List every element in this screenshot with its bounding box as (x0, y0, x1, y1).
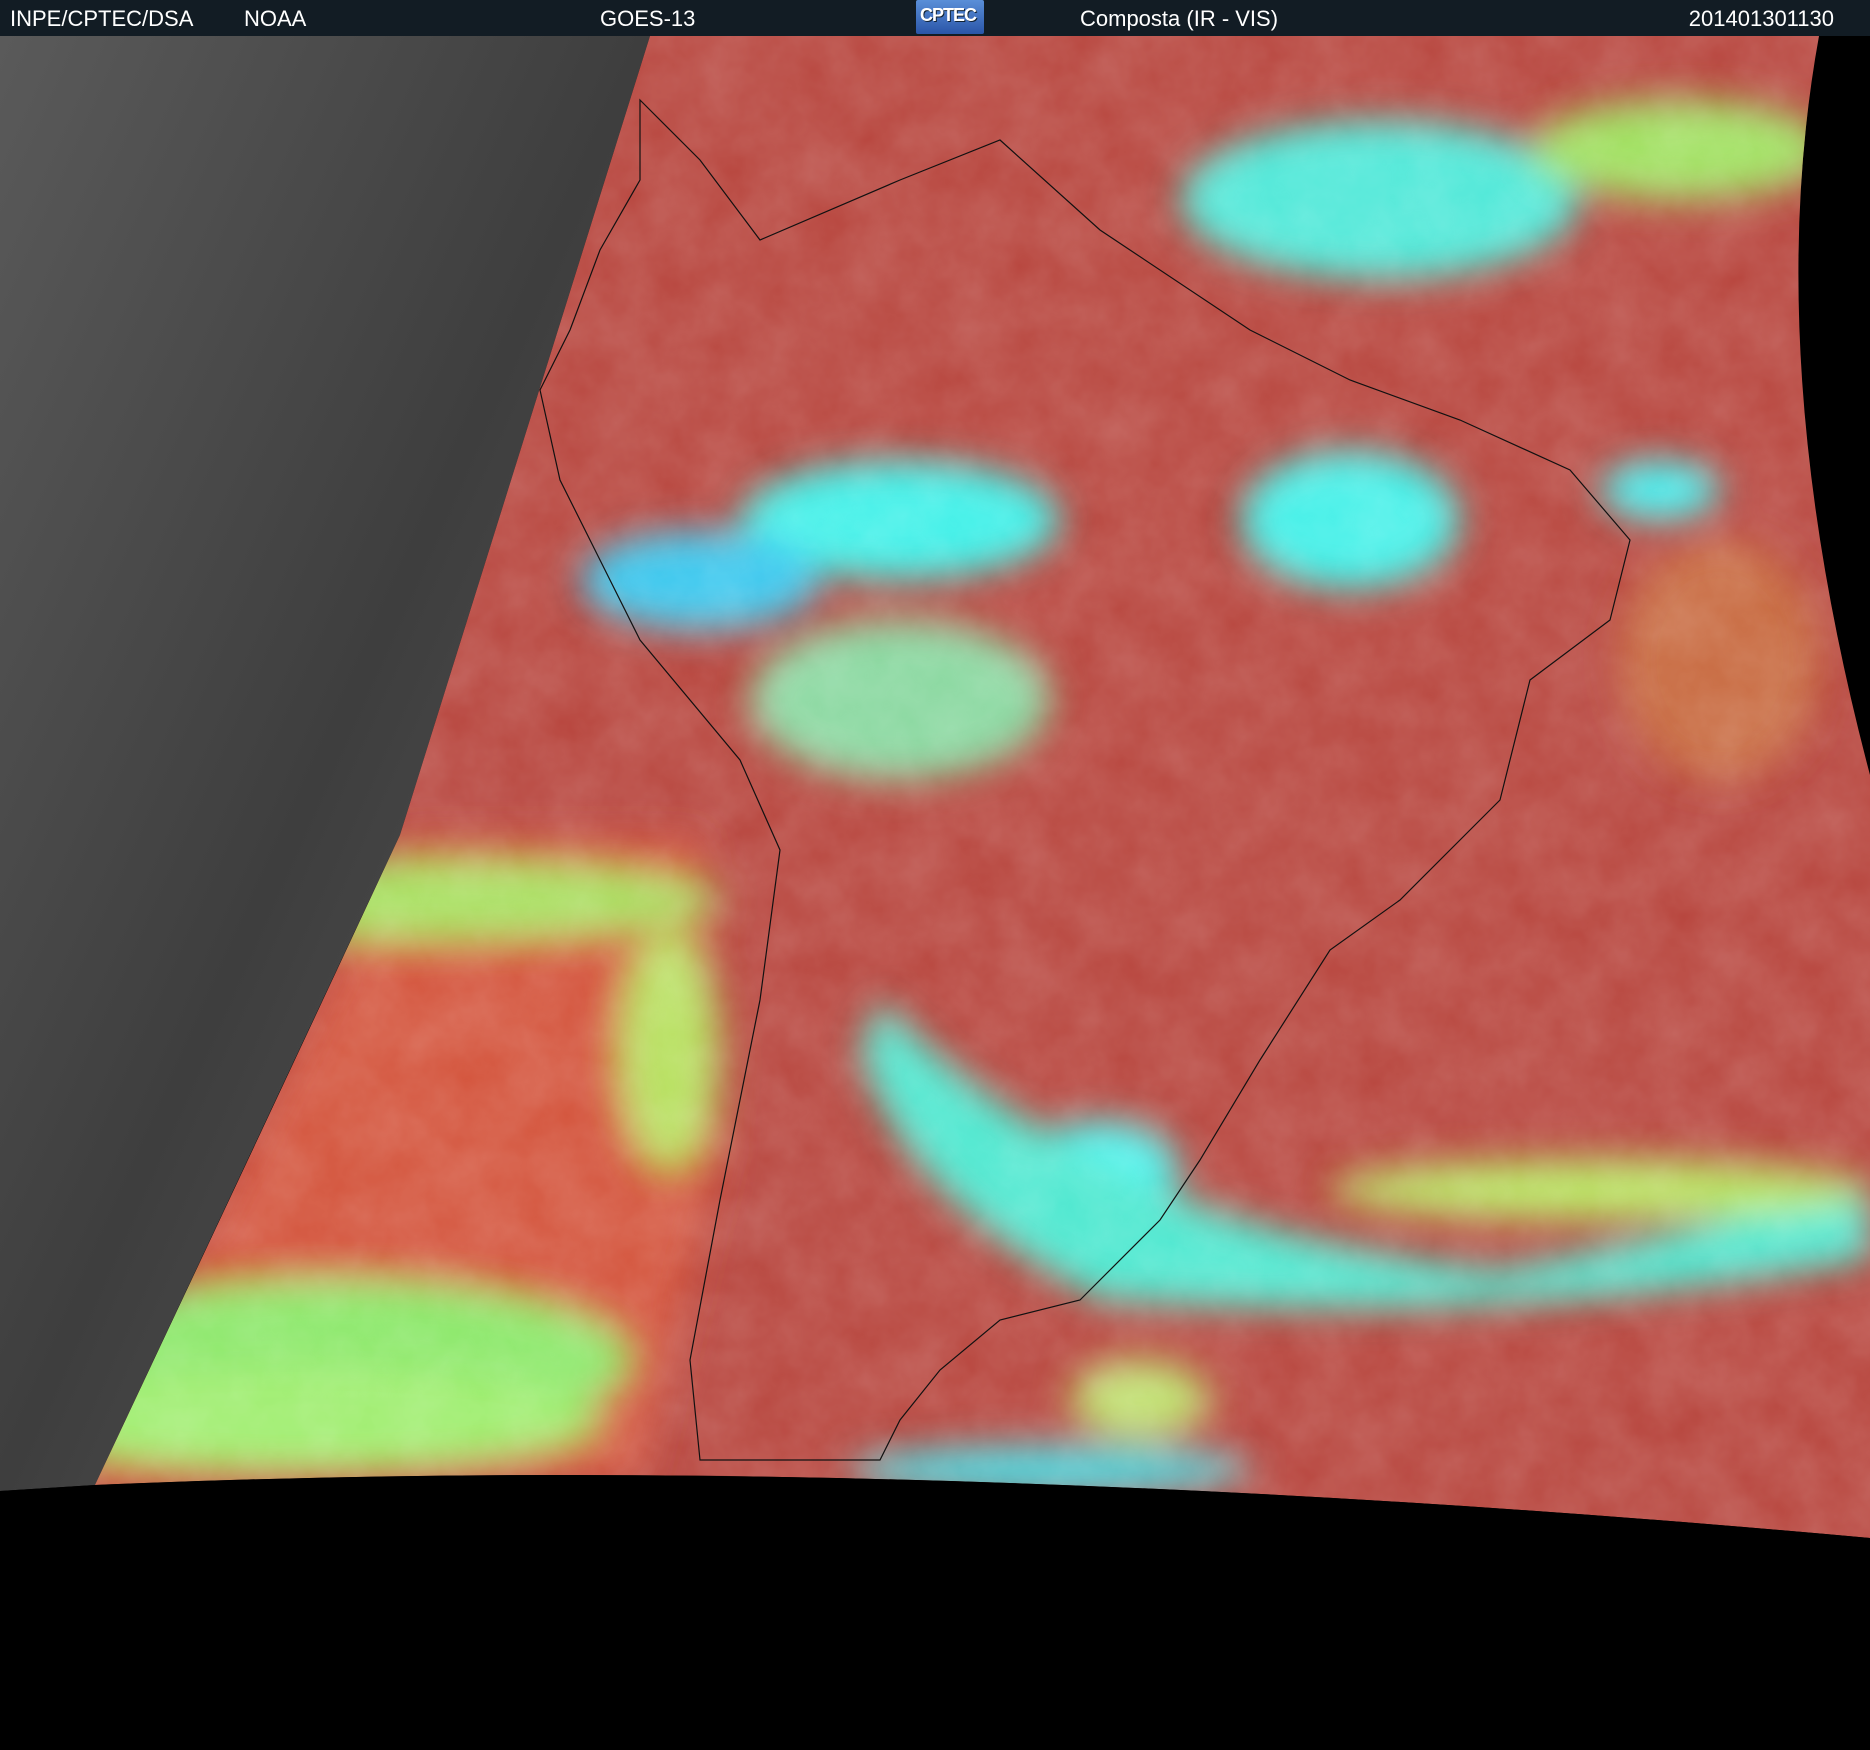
source-label: NOAA (244, 6, 307, 31)
header-bar: INPE/CPTEC/DSA NOAA GOES-13 CPTEC Compos… (0, 0, 1870, 36)
timestamp-label: 201401301130 (1688, 6, 1834, 31)
agency-label: INPE/CPTEC/DSA (10, 6, 194, 31)
satellite-image (0, 36, 1870, 1750)
bottom-edge (0, 1475, 1870, 1750)
cptec-logo: CPTEC (916, 0, 984, 34)
product-title: Composta (IR - VIS) (1080, 6, 1279, 31)
satellite-label: GOES-13 (600, 6, 696, 31)
